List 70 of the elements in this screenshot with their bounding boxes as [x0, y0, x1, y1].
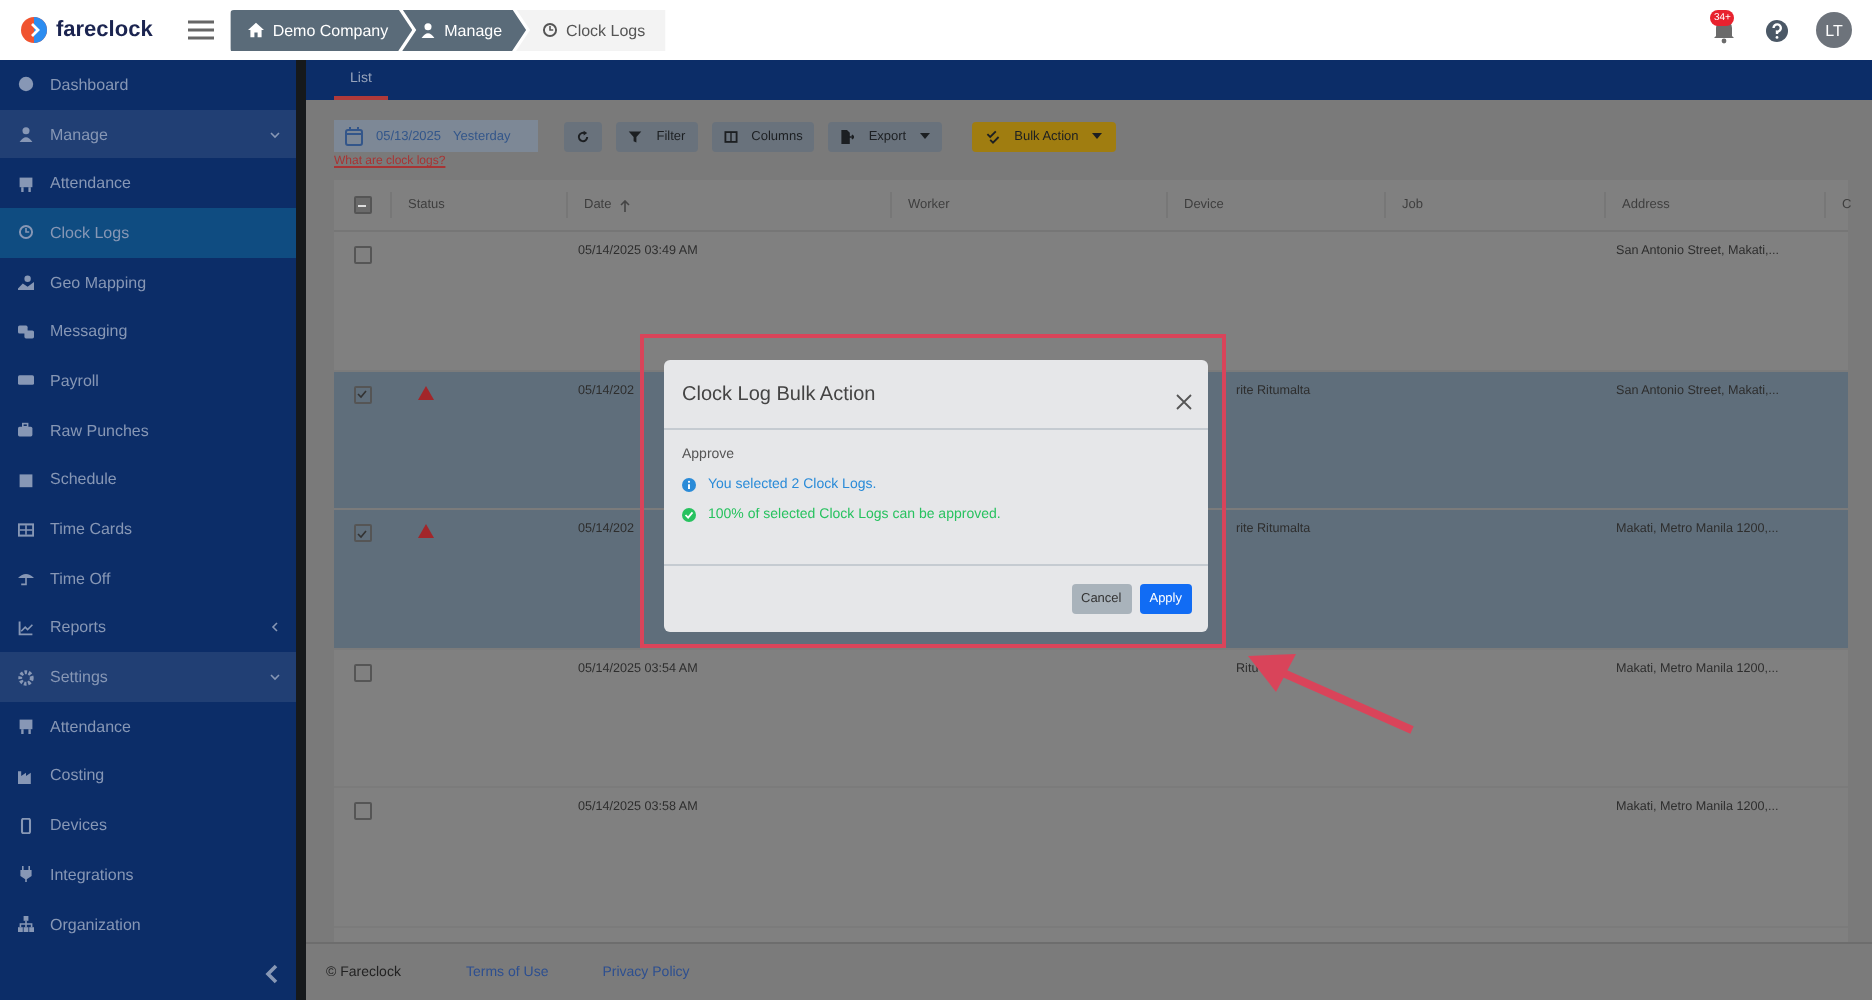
sidebar-item[interactable]: Time Off	[0, 553, 296, 604]
select-all-checkbox[interactable]	[353, 196, 371, 214]
logo-text[interactable]: fareclock	[56, 18, 153, 42]
row-checkbox[interactable]	[353, 246, 371, 264]
clock-icon	[18, 224, 34, 241]
sidebar-item[interactable]: Attendance	[0, 701, 296, 752]
sidebar-item[interactable]: Settings	[0, 652, 296, 702]
row-checkbox[interactable]	[353, 663, 371, 681]
check-circle-icon	[682, 508, 696, 522]
umbrella-icon	[18, 570, 34, 587]
sidebar-item[interactable]: Messaging	[0, 306, 296, 357]
check-icon	[356, 527, 368, 539]
info-icon	[682, 478, 696, 492]
sidebar-item[interactable]: Manage	[0, 109, 296, 159]
row-checkbox[interactable]	[353, 802, 371, 820]
sidebar-item[interactable]: Reports	[0, 603, 296, 653]
collapse-icon[interactable]	[264, 964, 280, 984]
board-icon	[18, 718, 34, 735]
home-icon	[248, 22, 265, 38]
person-icon	[420, 22, 437, 38]
sidebar-item[interactable]: Devices	[0, 800, 296, 850]
sidebar-item[interactable]: Organization	[0, 899, 296, 949]
sidebar-item[interactable]: Integrations	[0, 850, 296, 900]
check-icon	[356, 388, 368, 400]
dialog-title: Clock Log Bulk Action	[682, 383, 878, 405]
sidebar-item[interactable]: Costing	[0, 751, 296, 801]
sort-up-icon	[619, 199, 630, 211]
columns-icon	[723, 129, 738, 143]
refresh-button[interactable]	[564, 121, 603, 151]
chevron-icon	[270, 672, 280, 683]
chat-icon	[18, 323, 34, 340]
plug-icon	[18, 866, 34, 883]
menu-icon[interactable]	[188, 20, 215, 40]
file-icon	[840, 129, 855, 143]
sidebar-item[interactable]: Attendance	[0, 158, 296, 209]
table-icon	[18, 521, 34, 538]
help-icon[interactable]	[1766, 19, 1788, 41]
checks-icon	[986, 129, 1001, 143]
sidebar-item[interactable]: Dashboard	[0, 60, 296, 110]
minus-icon	[356, 199, 368, 211]
refresh-icon	[576, 129, 591, 143]
board-icon	[18, 175, 34, 192]
map-icon	[18, 274, 34, 291]
row-checkbox[interactable]	[353, 524, 371, 542]
factory-icon	[18, 767, 34, 784]
sidebar-item[interactable]: Payroll	[0, 356, 296, 406]
logo-icon	[20, 16, 48, 44]
caret-icon	[1092, 132, 1103, 140]
sidebar-item[interactable]: Time Cards	[0, 504, 296, 554]
user-avatar[interactable]: LT	[1816, 12, 1852, 48]
hierarchy-icon	[18, 916, 34, 933]
person-icon	[18, 126, 34, 143]
breadcrumb[interactable]: Manage	[402, 9, 527, 51]
chevron-icon	[270, 622, 280, 633]
sidebar-item[interactable]: Raw Punches	[0, 405, 296, 455]
breadcrumb[interactable]: Demo Company	[230, 9, 413, 51]
sidebar-item[interactable]: Schedule	[0, 455, 296, 505]
caret-icon	[920, 132, 931, 140]
row-checkbox[interactable]	[353, 385, 371, 403]
briefcase-icon	[18, 422, 34, 439]
chart-icon	[18, 619, 34, 636]
clock-icon	[542, 22, 559, 38]
sidebar-item[interactable]: Geo Mapping	[0, 257, 296, 307]
breadcrumb[interactable]: Clock Logs	[516, 9, 666, 51]
gear-icon	[18, 669, 34, 686]
card-icon	[18, 372, 34, 389]
filter-icon	[628, 129, 643, 143]
phone-icon	[18, 817, 34, 834]
sidebar-item[interactable]: Clock Logs	[0, 208, 296, 258]
chevron-icon	[270, 129, 280, 140]
